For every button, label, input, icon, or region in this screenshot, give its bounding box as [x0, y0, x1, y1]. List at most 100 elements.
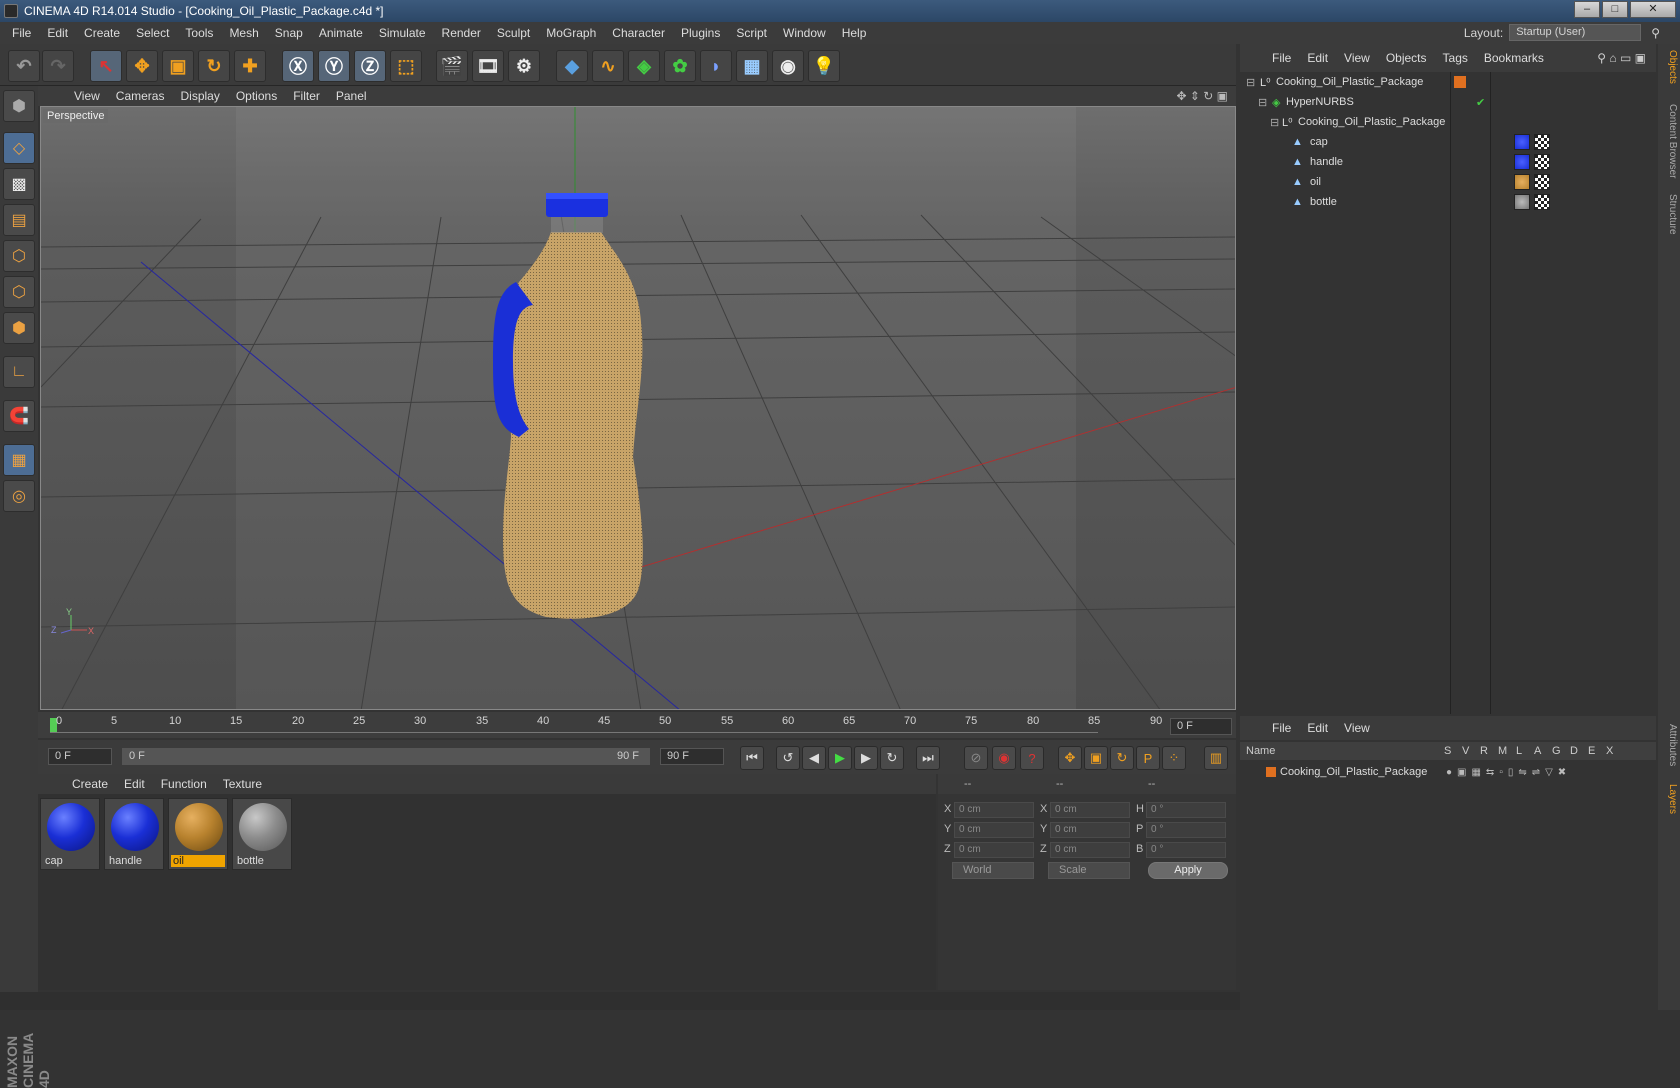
array-icon[interactable]: ✿ — [664, 50, 696, 82]
collapse-icon[interactable]: ⊟ — [1246, 76, 1255, 89]
keyframe-selection-icon[interactable]: ? — [1020, 746, 1044, 770]
tree-row-handle[interactable]: ▲ handle — [1240, 152, 1656, 172]
collapse-icon[interactable]: ⊟ — [1270, 116, 1279, 129]
menu-select[interactable]: Select — [128, 26, 177, 40]
texture-tag[interactable] — [1534, 154, 1550, 170]
workplane-mode-icon[interactable]: ▤ — [3, 204, 35, 236]
rotate-tool-icon[interactable]: ↻ — [198, 50, 230, 82]
spline-icon[interactable]: ∿ — [592, 50, 624, 82]
model-mode-icon[interactable]: ◇ — [3, 132, 35, 164]
texture-tag[interactable] — [1534, 134, 1550, 150]
edges-mode-icon[interactable]: ⬡ — [3, 276, 35, 308]
record-scale-icon[interactable]: ▣ — [1084, 746, 1108, 770]
tree-row-root[interactable]: ⊟ L⁰ Cooking_Oil_Plastic_Package — [1240, 72, 1656, 92]
frame-range-slider[interactable]: 0 F 90 F — [122, 748, 650, 765]
viewport-nav-icons[interactable]: ✥ ⇕ ↻ ▣ — [1176, 89, 1228, 103]
coord-pos-x-field[interactable]: 0 cm — [954, 802, 1034, 818]
render-settings-icon[interactable]: ⚙ — [508, 50, 540, 82]
menu-snap[interactable]: Snap — [267, 26, 311, 40]
axis-mode-icon[interactable]: ∟ — [3, 356, 35, 388]
texture-mode-icon[interactable]: ▩ — [3, 168, 35, 200]
auto-keying-icon[interactable]: ◉ — [992, 746, 1016, 770]
material-oil[interactable]: oil — [168, 798, 228, 870]
record-parameter-icon[interactable]: P — [1136, 746, 1160, 770]
side-tab-layers[interactable]: Layers — [1660, 784, 1678, 814]
material-menu-edit[interactable]: Edit — [116, 777, 153, 791]
layer-toggle-icons[interactable]: ●▣▦⇆▫▯⇋⇌▽✖ — [1446, 767, 1571, 778]
material-menu-texture[interactable]: Texture — [215, 777, 270, 791]
material-menu-create[interactable]: Create — [64, 777, 116, 791]
light-icon[interactable]: 💡 — [808, 50, 840, 82]
object-menu-tags[interactable]: Tags — [1435, 51, 1476, 65]
add-tool-icon[interactable]: ✚ — [234, 50, 266, 82]
tree-row-package[interactable]: ⊟ L⁰ Cooking_Oil_Plastic_Package — [1240, 112, 1656, 132]
collapse-icon[interactable]: ⊟ — [1258, 96, 1267, 109]
minimize-button[interactable]: – — [1574, 1, 1600, 18]
column-xref[interactable]: X — [1606, 745, 1613, 757]
material-handle[interactable]: handle — [104, 798, 164, 870]
menu-animate[interactable]: Animate — [311, 26, 371, 40]
polygons-mode-icon[interactable]: ⬢ — [3, 312, 35, 344]
undo-icon[interactable]: ↶ — [8, 50, 40, 82]
side-tab-attributes[interactable]: Attributes — [1660, 724, 1678, 766]
layer-row[interactable]: Cooking_Oil_Plastic_Package ●▣▦⇆▫▯⇋⇌▽✖ — [1240, 762, 1656, 782]
layer-menu-edit[interactable]: Edit — [1299, 721, 1336, 735]
menu-render[interactable]: Render — [434, 26, 489, 40]
viewport-menu-cameras[interactable]: Cameras — [108, 89, 173, 103]
viewport-menu-view[interactable]: View — [66, 89, 108, 103]
timeline-window-icon[interactable]: ▥ — [1204, 746, 1228, 770]
live-selection-icon[interactable]: ↖ — [90, 50, 122, 82]
layout-dropdown[interactable]: Startup (User) — [1509, 24, 1642, 41]
menu-window[interactable]: Window — [775, 26, 834, 40]
render-picture-viewer-icon[interactable]: 🎞 — [472, 50, 504, 82]
tree-row-cap[interactable]: ▲ cap — [1240, 132, 1656, 152]
menu-script[interactable]: Script — [728, 26, 775, 40]
object-menu-view[interactable]: View — [1336, 51, 1378, 65]
menu-character[interactable]: Character — [604, 26, 673, 40]
coord-pos-z-field[interactable]: 0 cm — [954, 842, 1034, 858]
menu-simulate[interactable]: Simulate — [371, 26, 434, 40]
record-pla-icon[interactable]: ⁘ — [1162, 746, 1186, 770]
menu-help[interactable]: Help — [834, 26, 875, 40]
menu-sculpt[interactable]: Sculpt — [489, 26, 538, 40]
timeline-frame-field[interactable]: 0 F — [1170, 718, 1232, 735]
viewport-menu-display[interactable]: Display — [172, 89, 227, 103]
viewport-menu-panel[interactable]: Panel — [328, 89, 375, 103]
tree-row-bottle[interactable]: ▲ bottle — [1240, 192, 1656, 212]
magnet-icon[interactable]: 🧲 — [3, 400, 35, 432]
object-menu-bookmarks[interactable]: Bookmarks — [1476, 51, 1552, 65]
go-to-start-icon[interactable]: ⏮ — [740, 746, 764, 770]
timeline-ruler[interactable]: 0 5 10 15 20 25 30 35 40 45 50 55 60 65 … — [38, 712, 1236, 738]
column-solo[interactable]: S — [1444, 745, 1451, 757]
coord-rot-p-field[interactable]: 0 ° — [1146, 822, 1226, 838]
object-menu-file[interactable]: File — [1264, 51, 1299, 65]
side-tab-structure[interactable]: Structure — [1660, 194, 1678, 235]
menu-tools[interactable]: Tools — [177, 26, 221, 40]
z-axis-lock-icon[interactable]: Ⓩ — [354, 50, 386, 82]
object-menu-edit[interactable]: Edit — [1299, 51, 1336, 65]
menu-mograph[interactable]: MoGraph — [538, 26, 604, 40]
coord-mode-dropdown[interactable]: World — [952, 862, 1034, 879]
side-tab-content-browser[interactable]: Content Browser — [1660, 104, 1678, 178]
points-mode-icon[interactable]: ⬡ — [3, 240, 35, 272]
coord-size-z-field[interactable]: 0 cm — [1050, 842, 1130, 858]
make-editable-icon[interactable]: ⬢ — [3, 90, 35, 122]
deformer-icon[interactable]: ◗ — [700, 50, 732, 82]
coord-rot-h-field[interactable]: 0 ° — [1146, 802, 1226, 818]
coord-size-y-field[interactable]: 0 cm — [1050, 822, 1130, 838]
search-icon[interactable]: ⚲ — [1651, 26, 1660, 40]
record-keys-icon[interactable]: ⊘ — [964, 746, 988, 770]
material-tag-handle[interactable] — [1514, 154, 1530, 170]
record-position-icon[interactable]: ✥ — [1058, 746, 1082, 770]
material-menu-function[interactable]: Function — [153, 777, 215, 791]
enabled-check-icon[interactable]: ✔ — [1476, 96, 1485, 109]
perspective-viewport[interactable]: Perspective Y X Z — [40, 106, 1236, 710]
layer-menu-file[interactable]: File — [1264, 721, 1299, 735]
column-animation[interactable]: A — [1534, 745, 1541, 757]
current-frame-field[interactable]: 0 F — [48, 748, 112, 765]
column-manager[interactable]: M — [1498, 745, 1507, 757]
close-button[interactable]: ✕ — [1630, 1, 1676, 18]
material-tag-oil[interactable] — [1514, 174, 1530, 190]
object-menu-objects[interactable]: Objects — [1378, 51, 1435, 65]
menu-create[interactable]: Create — [76, 26, 128, 40]
